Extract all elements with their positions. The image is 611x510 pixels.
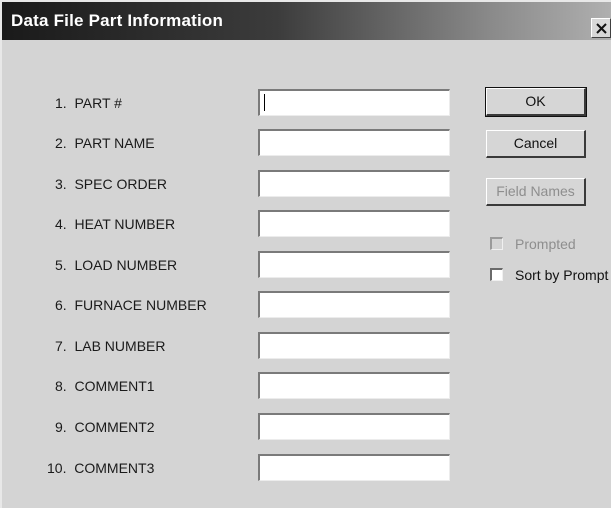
field-label: 4. HEAT NUMBER xyxy=(55,216,176,232)
close-button[interactable] xyxy=(591,18,611,38)
part-number-input[interactable] xyxy=(258,89,450,116)
field-row-part-number: 1. PART # xyxy=(2,89,462,117)
heat-number-input[interactable] xyxy=(258,210,450,237)
field-names-button[interactable]: Field Names xyxy=(486,178,586,206)
ok-button[interactable]: OK xyxy=(485,87,587,117)
close-icon xyxy=(596,23,607,34)
field-label: 9. COMMENT2 xyxy=(55,419,155,435)
prompted-label: Prompted xyxy=(515,236,576,252)
field-label: 5. LOAD NUMBER xyxy=(55,257,178,273)
field-row-comment3: 10. COMMENT3 xyxy=(2,454,462,482)
prompted-checkbox[interactable] xyxy=(490,237,503,250)
cancel-button[interactable]: Cancel xyxy=(486,130,586,158)
comment3-input[interactable] xyxy=(258,454,450,481)
part-name-input[interactable] xyxy=(258,129,450,156)
field-label: 10. COMMENT3 xyxy=(47,460,155,476)
field-label: 8. COMMENT1 xyxy=(55,378,155,394)
text-cursor xyxy=(264,94,265,111)
sort-by-prompt-label: Sort by Prompt xyxy=(515,267,609,283)
comment1-input[interactable] xyxy=(258,372,450,399)
field-row-spec-order: 3. SPEC ORDER xyxy=(2,170,462,198)
field-label: 6. FURNACE NUMBER xyxy=(55,297,207,313)
field-row-lab-number: 7. LAB NUMBER xyxy=(2,332,462,360)
sort-by-prompt-checkbox[interactable] xyxy=(490,268,503,281)
title-bar[interactable]: Data File Part Information xyxy=(2,2,611,40)
field-row-comment1: 8. COMMENT1 xyxy=(2,372,462,400)
furnace-number-input[interactable] xyxy=(258,291,450,318)
field-row-heat-number: 4. HEAT NUMBER xyxy=(2,210,462,238)
load-number-input[interactable] xyxy=(258,251,450,278)
field-label: 1. PART # xyxy=(55,95,122,111)
dialog-window: Data File Part Information 1. PART # 2. … xyxy=(0,0,611,510)
field-row-furnace-number: 6. FURNACE NUMBER xyxy=(2,291,462,319)
field-row-comment2: 9. COMMENT2 xyxy=(2,413,462,441)
field-label: 3. SPEC ORDER xyxy=(55,176,168,192)
sort-by-prompt-option[interactable]: Sort by Prompt xyxy=(490,267,611,285)
field-row-part-name: 2. PART NAME xyxy=(2,129,462,157)
lab-number-input[interactable] xyxy=(258,332,450,359)
window-title: Data File Part Information xyxy=(11,11,224,30)
field-row-load-number: 5. LOAD NUMBER xyxy=(2,251,462,279)
comment2-input[interactable] xyxy=(258,413,450,440)
spec-order-input[interactable] xyxy=(258,170,450,197)
field-label: 2. PART NAME xyxy=(55,135,155,151)
field-label: 7. LAB NUMBER xyxy=(55,338,166,354)
prompted-option[interactable]: Prompted xyxy=(490,236,611,254)
